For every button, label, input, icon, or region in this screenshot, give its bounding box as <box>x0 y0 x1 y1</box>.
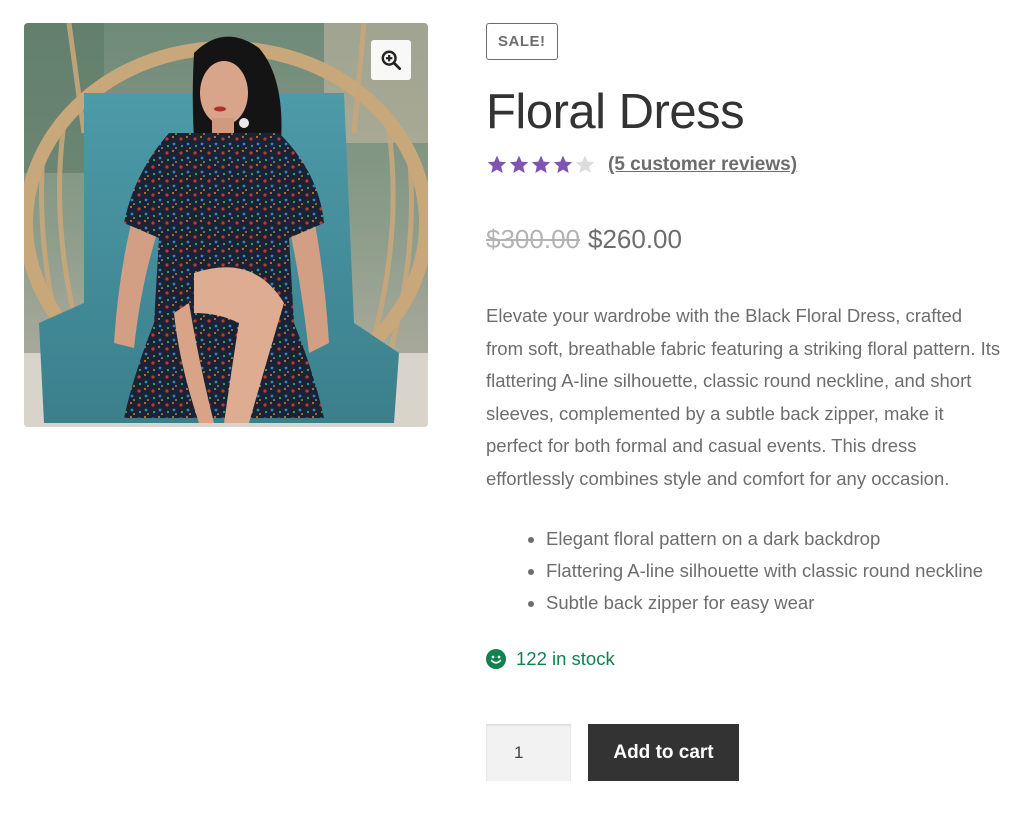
star-rating <box>486 154 596 176</box>
star-icon <box>553 155 573 173</box>
star-icon <box>575 155 595 173</box>
add-to-cart-button[interactable]: Add to cart <box>588 724 739 781</box>
product-image[interactable] <box>24 23 428 427</box>
product-gallery[interactable] <box>24 23 428 427</box>
zoom-in-icon <box>381 50 402 71</box>
quantity-input[interactable] <box>486 724 571 781</box>
feature-item: Elegant floral pattern on a dark backdro… <box>546 523 1016 555</box>
feature-list: Elegant floral pattern on a dark backdro… <box>546 523 1016 619</box>
sale-badge: SALE! <box>486 23 558 60</box>
sale-price: $260.00 <box>587 224 682 254</box>
stock-status: 122 in stock <box>486 646 1016 672</box>
star-icon <box>487 155 507 173</box>
add-to-cart-form: Add to cart <box>486 724 1016 781</box>
product-rating: (5 customer reviews) <box>486 152 1016 178</box>
feature-item: Flattering A-line silhouette with classi… <box>546 555 1016 587</box>
price: $300.00 $260.00 <box>486 224 1016 256</box>
customer-reviews-link[interactable]: (5 customer reviews) <box>608 154 797 176</box>
star-icon <box>531 155 551 173</box>
product-title: Floral Dress <box>486 85 745 139</box>
zoom-button[interactable] <box>371 40 411 80</box>
smiley-icon <box>486 649 506 669</box>
product-summary: SALE! Floral Dress (5 customer reviews) … <box>486 23 1016 781</box>
product-description: Elevate your wardrobe with the Black Flo… <box>486 305 1001 489</box>
star-icon <box>509 155 529 173</box>
stock-text: 122 in stock <box>516 648 615 669</box>
feature-item: Subtle back zipper for easy wear <box>546 587 1016 619</box>
product-page: SALE! Floral Dress (5 customer reviews) … <box>0 0 1036 817</box>
original-price: $300.00 <box>486 224 580 254</box>
